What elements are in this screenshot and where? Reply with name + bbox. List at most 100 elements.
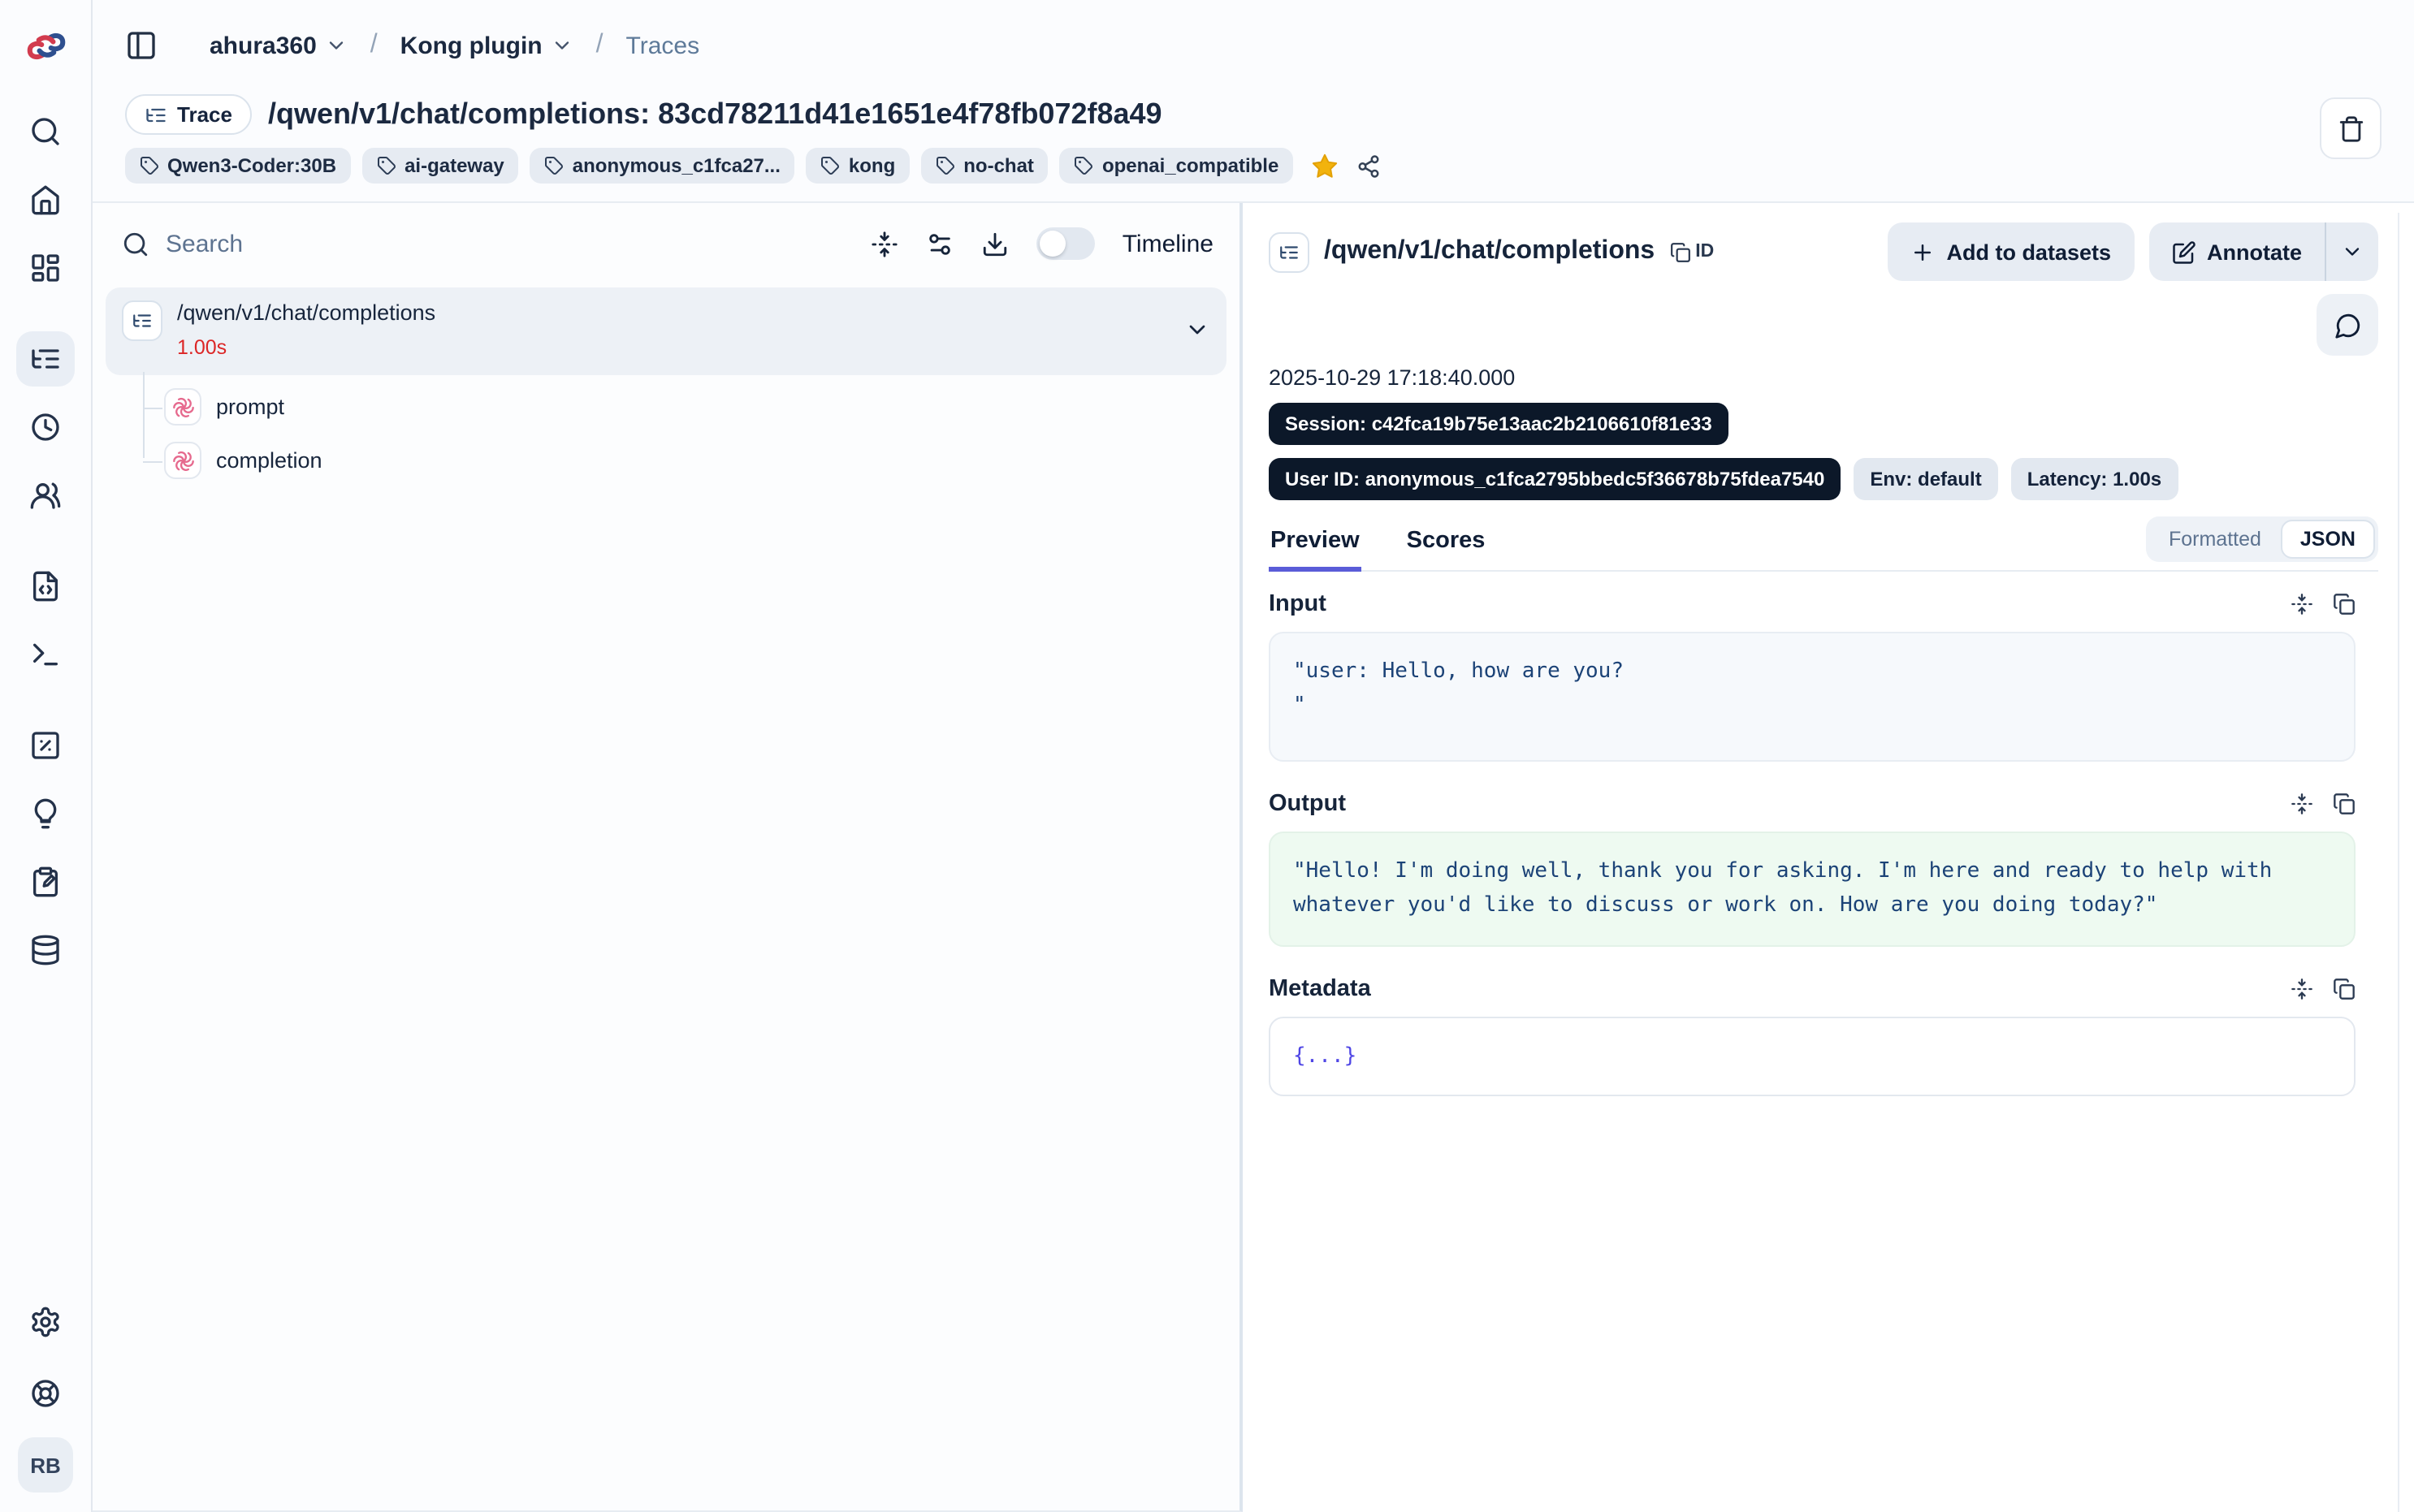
home-icon bbox=[29, 184, 62, 216]
trace-timestamp: 2025-10-29 17:18:40.000 bbox=[1269, 365, 2378, 390]
comments-button[interactable] bbox=[2317, 294, 2378, 356]
metadata-section: Metadata {...} bbox=[1269, 976, 2356, 1097]
fold-vertical-icon bbox=[871, 230, 898, 257]
breadcrumb-separator: / bbox=[590, 31, 610, 60]
metadata-content[interactable]: {...} bbox=[1269, 1017, 2356, 1097]
sidebar-item-users[interactable] bbox=[16, 468, 75, 523]
app-logo[interactable] bbox=[24, 0, 67, 91]
tree-root-row[interactable]: /qwen/v1/chat/completions 1.00s bbox=[106, 287, 1226, 375]
content-split: Timeline /qwen/v1/chat/completions 1.00s bbox=[93, 203, 2414, 1512]
square-percent-icon bbox=[29, 729, 62, 762]
copy-section-button[interactable] bbox=[2333, 978, 2356, 1000]
tag-anonymous[interactable]: anonymous_c1fca27... bbox=[530, 148, 795, 184]
sidebar-item-playground[interactable] bbox=[16, 627, 75, 682]
tree-child-label: completion bbox=[216, 448, 322, 473]
panel-left-icon bbox=[125, 29, 158, 62]
sidebar-item-search[interactable] bbox=[16, 104, 75, 159]
session-badge[interactable]: Session: c42fca19b75e13aac2b2106610f81e3… bbox=[1269, 403, 1728, 445]
download-button[interactable] bbox=[981, 230, 1009, 257]
sidebar-toggle-button[interactable] bbox=[125, 29, 158, 62]
view-settings-button[interactable] bbox=[926, 230, 954, 257]
input-section-title: Input bbox=[1269, 591, 1326, 617]
tag-icon bbox=[377, 156, 396, 175]
observation-badge bbox=[164, 442, 201, 479]
tag-gateway[interactable]: ai-gateway bbox=[362, 148, 519, 184]
tag-kong[interactable]: kong bbox=[807, 148, 910, 184]
trace-node-badge bbox=[122, 300, 162, 341]
list-tree-icon bbox=[1278, 241, 1300, 262]
observation-badge bbox=[164, 388, 201, 426]
sidebar-item-support[interactable] bbox=[16, 1366, 75, 1421]
collapse-node-button[interactable] bbox=[1184, 317, 1210, 343]
add-to-datasets-button[interactable]: Add to datasets bbox=[1888, 222, 2134, 281]
breadcrumb-org[interactable]: ahura360 bbox=[210, 32, 348, 59]
sidebar-item-home[interactable] bbox=[16, 172, 75, 227]
breadcrumb-project[interactable]: Kong plugin bbox=[400, 32, 573, 59]
sidebar-item-annotation-queues[interactable] bbox=[16, 854, 75, 909]
main-area: ahura360 / Kong plugin / Traces Trace /q… bbox=[93, 0, 2414, 1512]
share-button[interactable] bbox=[1356, 153, 1381, 178]
tree-toolbar: Timeline bbox=[871, 227, 1213, 260]
detail-header: /qwen/v1/chat/completions ID Add to data… bbox=[1269, 222, 2378, 281]
sidebar-item-sessions[interactable] bbox=[16, 400, 75, 455]
copy-section-button[interactable] bbox=[2333, 793, 2356, 815]
download-icon bbox=[981, 230, 1009, 257]
scrollbar-gutter[interactable] bbox=[2398, 213, 2399, 1512]
pen-square-icon bbox=[2171, 240, 2196, 264]
annotate-button[interactable]: Annotate bbox=[2148, 222, 2325, 281]
copy-section-button[interactable] bbox=[2333, 593, 2356, 616]
tag-icon bbox=[936, 156, 955, 175]
trace-detail-pane: /qwen/v1/chat/completions ID Add to data… bbox=[1243, 203, 2414, 1512]
tag-model[interactable]: Qwen3-Coder:30B bbox=[125, 148, 351, 184]
collapse-section-button[interactable] bbox=[2291, 793, 2313, 815]
format-option-json[interactable]: JSON bbox=[2281, 520, 2375, 559]
timeline-toggle-label: Timeline bbox=[1123, 230, 1213, 257]
collapse-section-button[interactable] bbox=[2291, 978, 2313, 1000]
sidebar-item-evaluation[interactable] bbox=[16, 718, 75, 773]
sidebar-item-datasets[interactable] bbox=[16, 922, 75, 978]
bookmark-star-button[interactable] bbox=[1311, 152, 1339, 179]
tree-child-prompt[interactable]: prompt bbox=[106, 380, 1226, 434]
sidebar-item-insights[interactable] bbox=[16, 786, 75, 841]
tab-preview[interactable]: Preview bbox=[1269, 518, 1361, 570]
output-section-title: Output bbox=[1269, 791, 1346, 817]
user-avatar[interactable]: RB bbox=[18, 1437, 73, 1493]
sidebar-item-settings[interactable] bbox=[16, 1294, 75, 1350]
user-id-badge[interactable]: User ID: anonymous_c1fca2795bbedc5f36678… bbox=[1269, 458, 1841, 500]
metadata-section-title: Metadata bbox=[1269, 976, 1371, 1002]
trace-node-badge bbox=[1269, 231, 1309, 272]
search-input[interactable] bbox=[166, 230, 854, 257]
tag-icon bbox=[140, 156, 159, 175]
sidebar-item-tracing[interactable] bbox=[16, 331, 75, 387]
dashboard-grid-icon bbox=[29, 252, 62, 284]
latency-badge: Latency: 1.00s bbox=[2011, 458, 2178, 500]
input-line: " bbox=[1293, 689, 2331, 724]
pinwheel-icon bbox=[171, 449, 194, 472]
format-option-formatted[interactable]: Formatted bbox=[2149, 520, 2281, 559]
sidebar-item-prompts[interactable] bbox=[16, 559, 75, 614]
message-bubble-icon bbox=[2334, 311, 2361, 339]
tree-child-completion[interactable]: completion bbox=[106, 434, 1226, 487]
delete-trace-button[interactable] bbox=[2320, 97, 2382, 159]
share-icon bbox=[1356, 153, 1381, 178]
collapse-section-button[interactable] bbox=[2291, 593, 2313, 616]
copy-icon bbox=[1669, 241, 1690, 262]
file-code-icon bbox=[29, 570, 62, 603]
sidebar-nav bbox=[16, 104, 75, 978]
copy-id-button[interactable]: ID bbox=[1669, 241, 1714, 262]
tab-scores[interactable]: Scores bbox=[1405, 518, 1487, 570]
database-icon bbox=[29, 934, 62, 966]
tag-label: no-chat bbox=[963, 154, 1034, 177]
timeline-toggle[interactable] bbox=[1036, 227, 1095, 260]
detail-scroll-area[interactable]: Input "user: Hello, how are you?" Output bbox=[1269, 572, 2378, 1512]
clipboard-pen-icon bbox=[29, 866, 62, 898]
breadcrumb-page[interactable]: Traces bbox=[626, 32, 700, 59]
tree-root-latency: 1.00s bbox=[177, 336, 435, 359]
tag-openai-compatible[interactable]: openai_compatible bbox=[1060, 148, 1293, 184]
topbar: ahura360 / Kong plugin / Traces bbox=[93, 0, 2414, 91]
list-tree-icon bbox=[145, 103, 167, 126]
sidebar-item-dashboards[interactable] bbox=[16, 240, 75, 296]
annotate-menu-button[interactable] bbox=[2326, 222, 2378, 281]
tag-no-chat[interactable]: no-chat bbox=[921, 148, 1049, 184]
collapse-all-button[interactable] bbox=[871, 230, 898, 257]
